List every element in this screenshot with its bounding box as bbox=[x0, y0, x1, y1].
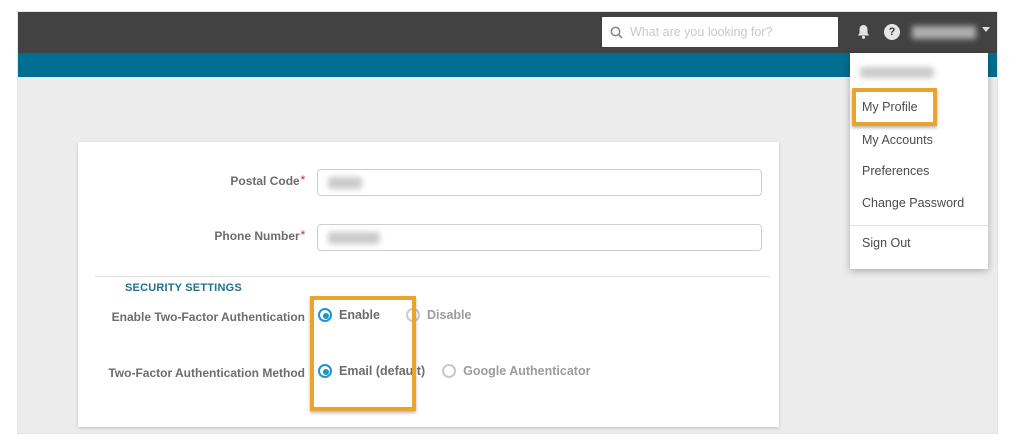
menu-item-sign-out[interactable]: Sign Out bbox=[862, 235, 980, 251]
menu-divider bbox=[850, 225, 988, 226]
menu-item-redacted[interactable] bbox=[860, 67, 934, 78]
menu-item-preferences[interactable]: Preferences bbox=[862, 163, 980, 179]
menu-item-my-accounts[interactable]: My Accounts bbox=[862, 132, 980, 148]
required-asterisk: * bbox=[301, 229, 305, 241]
username-redacted bbox=[912, 26, 976, 39]
2fa-method-label: Two-Factor Authentication Method bbox=[78, 366, 305, 380]
radio-enable[interactable] bbox=[318, 308, 332, 322]
phone-number-input[interactable] bbox=[317, 224, 762, 251]
section-divider bbox=[95, 276, 770, 277]
postal-code-value-redacted bbox=[328, 177, 362, 189]
phone-number-label: Phone Number* bbox=[78, 229, 305, 243]
radio-email-default[interactable] bbox=[318, 364, 332, 378]
user-menu-trigger[interactable] bbox=[908, 24, 990, 42]
phone-number-value-redacted bbox=[328, 232, 380, 244]
radio-email-default-label[interactable]: Email (default) bbox=[339, 364, 425, 378]
app-window: ? Postal Code* Phone Number* bbox=[18, 12, 997, 433]
radio-disable[interactable] bbox=[406, 308, 420, 322]
enable-2fa-options: Enable Disable bbox=[318, 308, 471, 322]
postal-code-label: Postal Code* bbox=[78, 174, 305, 188]
top-navigation-bar: ? bbox=[18, 12, 997, 53]
global-search[interactable] bbox=[602, 17, 838, 47]
radio-google-authenticator-label[interactable]: Google Authenticator bbox=[463, 364, 590, 378]
menu-item-change-password[interactable]: Change Password bbox=[862, 195, 980, 211]
help-glyph: ? bbox=[889, 26, 896, 38]
radio-enable-label[interactable]: Enable bbox=[339, 308, 380, 322]
caret-down-icon bbox=[982, 27, 990, 32]
2fa-method-options: Email (default) Google Authenticator bbox=[318, 364, 590, 378]
help-icon[interactable]: ? bbox=[884, 24, 900, 40]
required-asterisk: * bbox=[301, 174, 305, 186]
notifications-bell-icon[interactable] bbox=[854, 23, 872, 41]
security-settings-heading: SECURITY SETTINGS bbox=[125, 282, 242, 294]
screenshot-frame: ? Postal Code* Phone Number* bbox=[0, 0, 1016, 447]
radio-google-authenticator[interactable] bbox=[442, 364, 456, 378]
user-dropdown-menu: My Profile My Accounts Preferences Chang… bbox=[850, 53, 988, 269]
menu-item-my-profile[interactable]: My Profile bbox=[862, 99, 980, 115]
postal-code-input[interactable] bbox=[317, 169, 762, 196]
radio-disable-label[interactable]: Disable bbox=[427, 308, 471, 322]
search-input[interactable] bbox=[630, 25, 830, 39]
enable-2fa-label: Enable Two-Factor Authentication bbox=[78, 310, 305, 324]
search-icon bbox=[610, 26, 623, 39]
profile-form-card: Postal Code* Phone Number* SECURITY SETT… bbox=[78, 142, 779, 427]
